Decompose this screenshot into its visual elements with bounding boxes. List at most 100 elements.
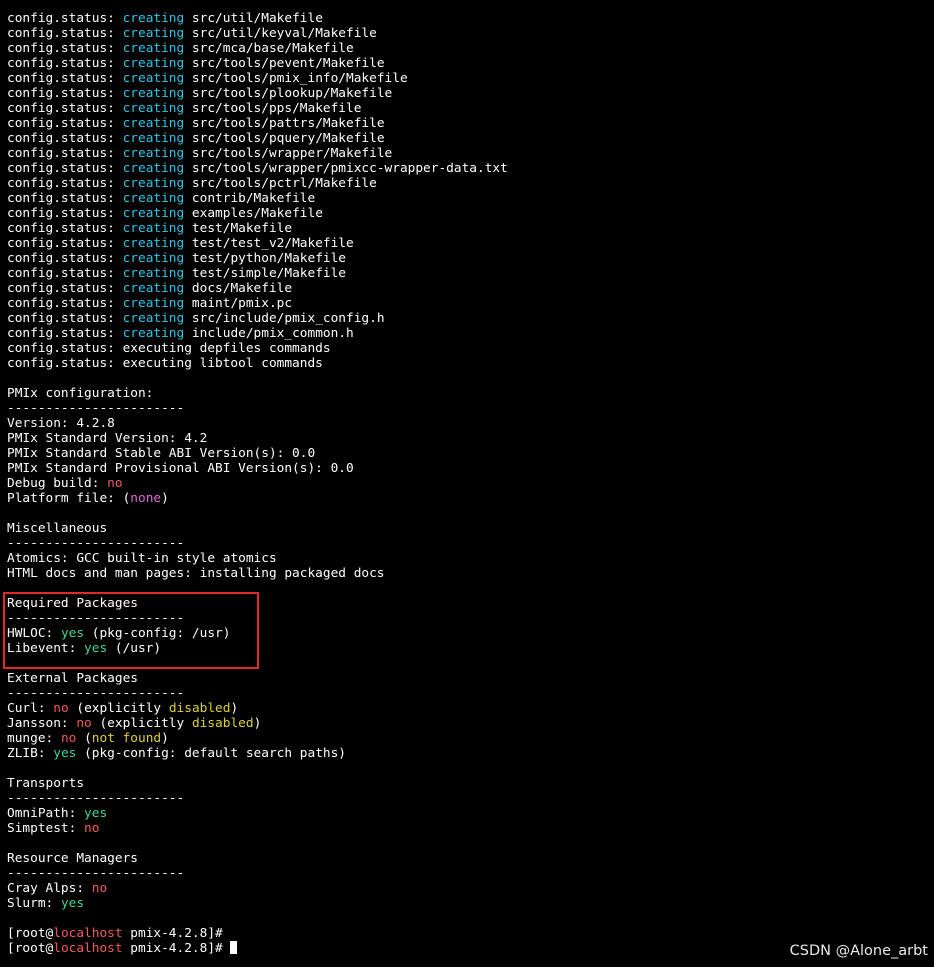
- terminal-text-segment: PMIx configuration:: [7, 386, 154, 401]
- terminal-text-segment: localhost: [53, 941, 123, 956]
- terminal-text-segment: Miscellaneous: [7, 521, 108, 536]
- terminal-text-segment: config.status:: [7, 236, 123, 251]
- terminal-text-segment: creating: [122, 191, 185, 206]
- terminal-cursor[interactable]: [230, 941, 238, 954]
- terminal-line: External Packages: [7, 671, 934, 686]
- terminal-text-segment: ZLIB:: [7, 746, 54, 761]
- terminal-text-segment: none: [130, 491, 162, 506]
- terminal-text-segment: creating: [122, 11, 185, 26]
- terminal-text-segment: ): [161, 491, 169, 506]
- terminal-line: config.status: creating src/tools/pevent…: [7, 56, 934, 71]
- terminal-text-segment: Transports: [7, 776, 85, 791]
- terminal-text-segment: test/python/Makefile: [184, 251, 347, 266]
- terminal-text-segment: config.status:: [7, 206, 123, 221]
- terminal-text-segment: config.status:: [7, 326, 123, 341]
- terminal-line: -----------------------: [7, 401, 934, 416]
- terminal-text-segment: config.status:: [7, 281, 123, 296]
- terminal-line: Libevent: yes (/usr): [7, 641, 934, 656]
- terminal-line: -----------------------: [7, 866, 934, 881]
- terminal-text-segment: creating: [122, 281, 185, 296]
- terminal-text-segment: src/tools/wrapper/pmixcc-wrapper-data.tx…: [184, 161, 508, 176]
- terminal-text-segment: creating: [122, 101, 185, 116]
- terminal-text-segment: contrib/Makefile: [184, 191, 316, 206]
- terminal-line: Simptest: no: [7, 821, 934, 836]
- terminal-line: -----------------------: [7, 611, 934, 626]
- terminal-line: OmniPath: yes: [7, 806, 934, 821]
- terminal-text-segment: Simptest:: [7, 821, 85, 836]
- terminal-text-segment: PMIx Standard Stable ABI Version(s): 0.0: [7, 446, 316, 461]
- terminal-line: PMIx configuration:: [7, 386, 934, 401]
- terminal-text-segment: src/tools/pctrl/Makefile: [184, 176, 377, 191]
- terminal-text-segment: config.status:: [7, 56, 123, 71]
- terminal-line: config.status: creating src/util/keyval/…: [7, 26, 934, 41]
- terminal-text-segment: creating: [122, 236, 185, 251]
- terminal-text-segment: config.status:: [7, 251, 123, 266]
- terminal-line: HTML docs and man pages: installing pack…: [7, 566, 934, 581]
- terminal-output[interactable]: config.status: creating src/util/Makefil…: [7, 11, 934, 956]
- terminal-text-segment: Debug build:: [7, 476, 108, 491]
- terminal-text-segment: creating: [122, 251, 185, 266]
- terminal-text-segment: creating: [122, 311, 185, 326]
- terminal-line: PMIx Standard Version: 4.2: [7, 431, 934, 446]
- terminal-text-segment: pmix-4.2.8]#: [122, 926, 223, 941]
- terminal-text-segment: -----------------------: [7, 536, 185, 551]
- terminal-text-segment: no: [91, 881, 108, 896]
- terminal-text-segment: [root@: [7, 941, 54, 956]
- terminal-line: config.status: creating src/tools/plooku…: [7, 86, 934, 101]
- terminal-line: Curl: no (explicitly disabled): [7, 701, 934, 716]
- terminal-text-segment: ): [161, 731, 169, 746]
- terminal-text-segment: src/tools/pmix_info/Makefile: [184, 71, 408, 86]
- terminal-text-segment: no: [107, 476, 123, 491]
- terminal-text-segment: yes: [60, 626, 85, 641]
- terminal-text-segment: src/tools/pevent/Makefile: [184, 56, 385, 71]
- terminal-line: Debug build: no: [7, 476, 934, 491]
- terminal-text-segment: config.status:: [7, 11, 123, 26]
- terminal-line: Atomics: GCC built-in style atomics: [7, 551, 934, 566]
- terminal-line: Cray Alps: no: [7, 881, 934, 896]
- terminal-text-segment: Jansson:: [7, 716, 77, 731]
- terminal-text-segment: no: [84, 821, 100, 836]
- terminal-text-segment: creating: [122, 56, 185, 71]
- terminal-line: PMIx Standard Stable ABI Version(s): 0.0: [7, 446, 934, 461]
- terminal-text-segment: src/tools/plookup/Makefile: [184, 86, 393, 101]
- terminal-text-segment: creating: [122, 296, 185, 311]
- terminal-line: config.status: creating src/mca/base/Mak…: [7, 41, 934, 56]
- terminal-text-segment: creating: [122, 146, 185, 161]
- terminal-line: config.status: creating src/tools/wrappe…: [7, 146, 934, 161]
- terminal-line: config.status: creating test/test_v2/Mak…: [7, 236, 934, 251]
- terminal-text-segment: Platform file: (: [7, 491, 131, 506]
- terminal-text-segment: HTML docs and man pages: installing pack…: [7, 566, 385, 581]
- terminal-line: config.status: creating contrib/Makefile: [7, 191, 934, 206]
- terminal-text-segment: creating: [122, 116, 185, 131]
- terminal-text-segment: config.status:: [7, 176, 123, 191]
- terminal-text-segment: test/Makefile: [184, 221, 293, 236]
- terminal-text-segment: (: [76, 731, 92, 746]
- terminal-text-segment: examples/Makefile: [184, 206, 323, 221]
- csdn-watermark: CSDN @Alone_arbt: [789, 943, 928, 959]
- terminal-text-segment: config.status:: [7, 41, 123, 56]
- terminal-text-segment: pmix-4.2.8]#: [122, 941, 231, 956]
- terminal-text-segment: config.status:: [7, 296, 123, 311]
- terminal-text-segment: creating: [122, 176, 185, 191]
- terminal-text-segment: yes: [84, 806, 108, 821]
- terminal-text-segment: src/util/Makefile: [184, 11, 323, 26]
- terminal-line: config.status: creating test/simple/Make…: [7, 266, 934, 281]
- terminal-text-segment: creating: [122, 71, 185, 86]
- terminal-text-segment: Curl:: [7, 701, 54, 716]
- terminal-text-segment: yes: [84, 641, 108, 656]
- terminal-line: [root@localhost pmix-4.2.8]#: [7, 926, 934, 941]
- terminal-text-segment: config.status: executing libtool command…: [7, 356, 323, 371]
- terminal-text-segment: yes: [60, 896, 85, 911]
- terminal-text-segment: Libevent:: [7, 641, 85, 656]
- terminal-text-segment: src/tools/wrapper/Makefile: [184, 146, 393, 161]
- terminal-line: Required Packages: [7, 596, 934, 611]
- terminal-text-segment: config.status:: [7, 191, 123, 206]
- terminal-line: config.status: creating test/python/Make…: [7, 251, 934, 266]
- terminal-text-segment: config.status:: [7, 131, 123, 146]
- terminal-line: config.status: creating test/Makefile: [7, 221, 934, 236]
- terminal-text-segment: creating: [122, 206, 185, 221]
- terminal-text-segment: docs/Makefile: [184, 281, 293, 296]
- terminal-text-segment: disabled: [168, 701, 231, 716]
